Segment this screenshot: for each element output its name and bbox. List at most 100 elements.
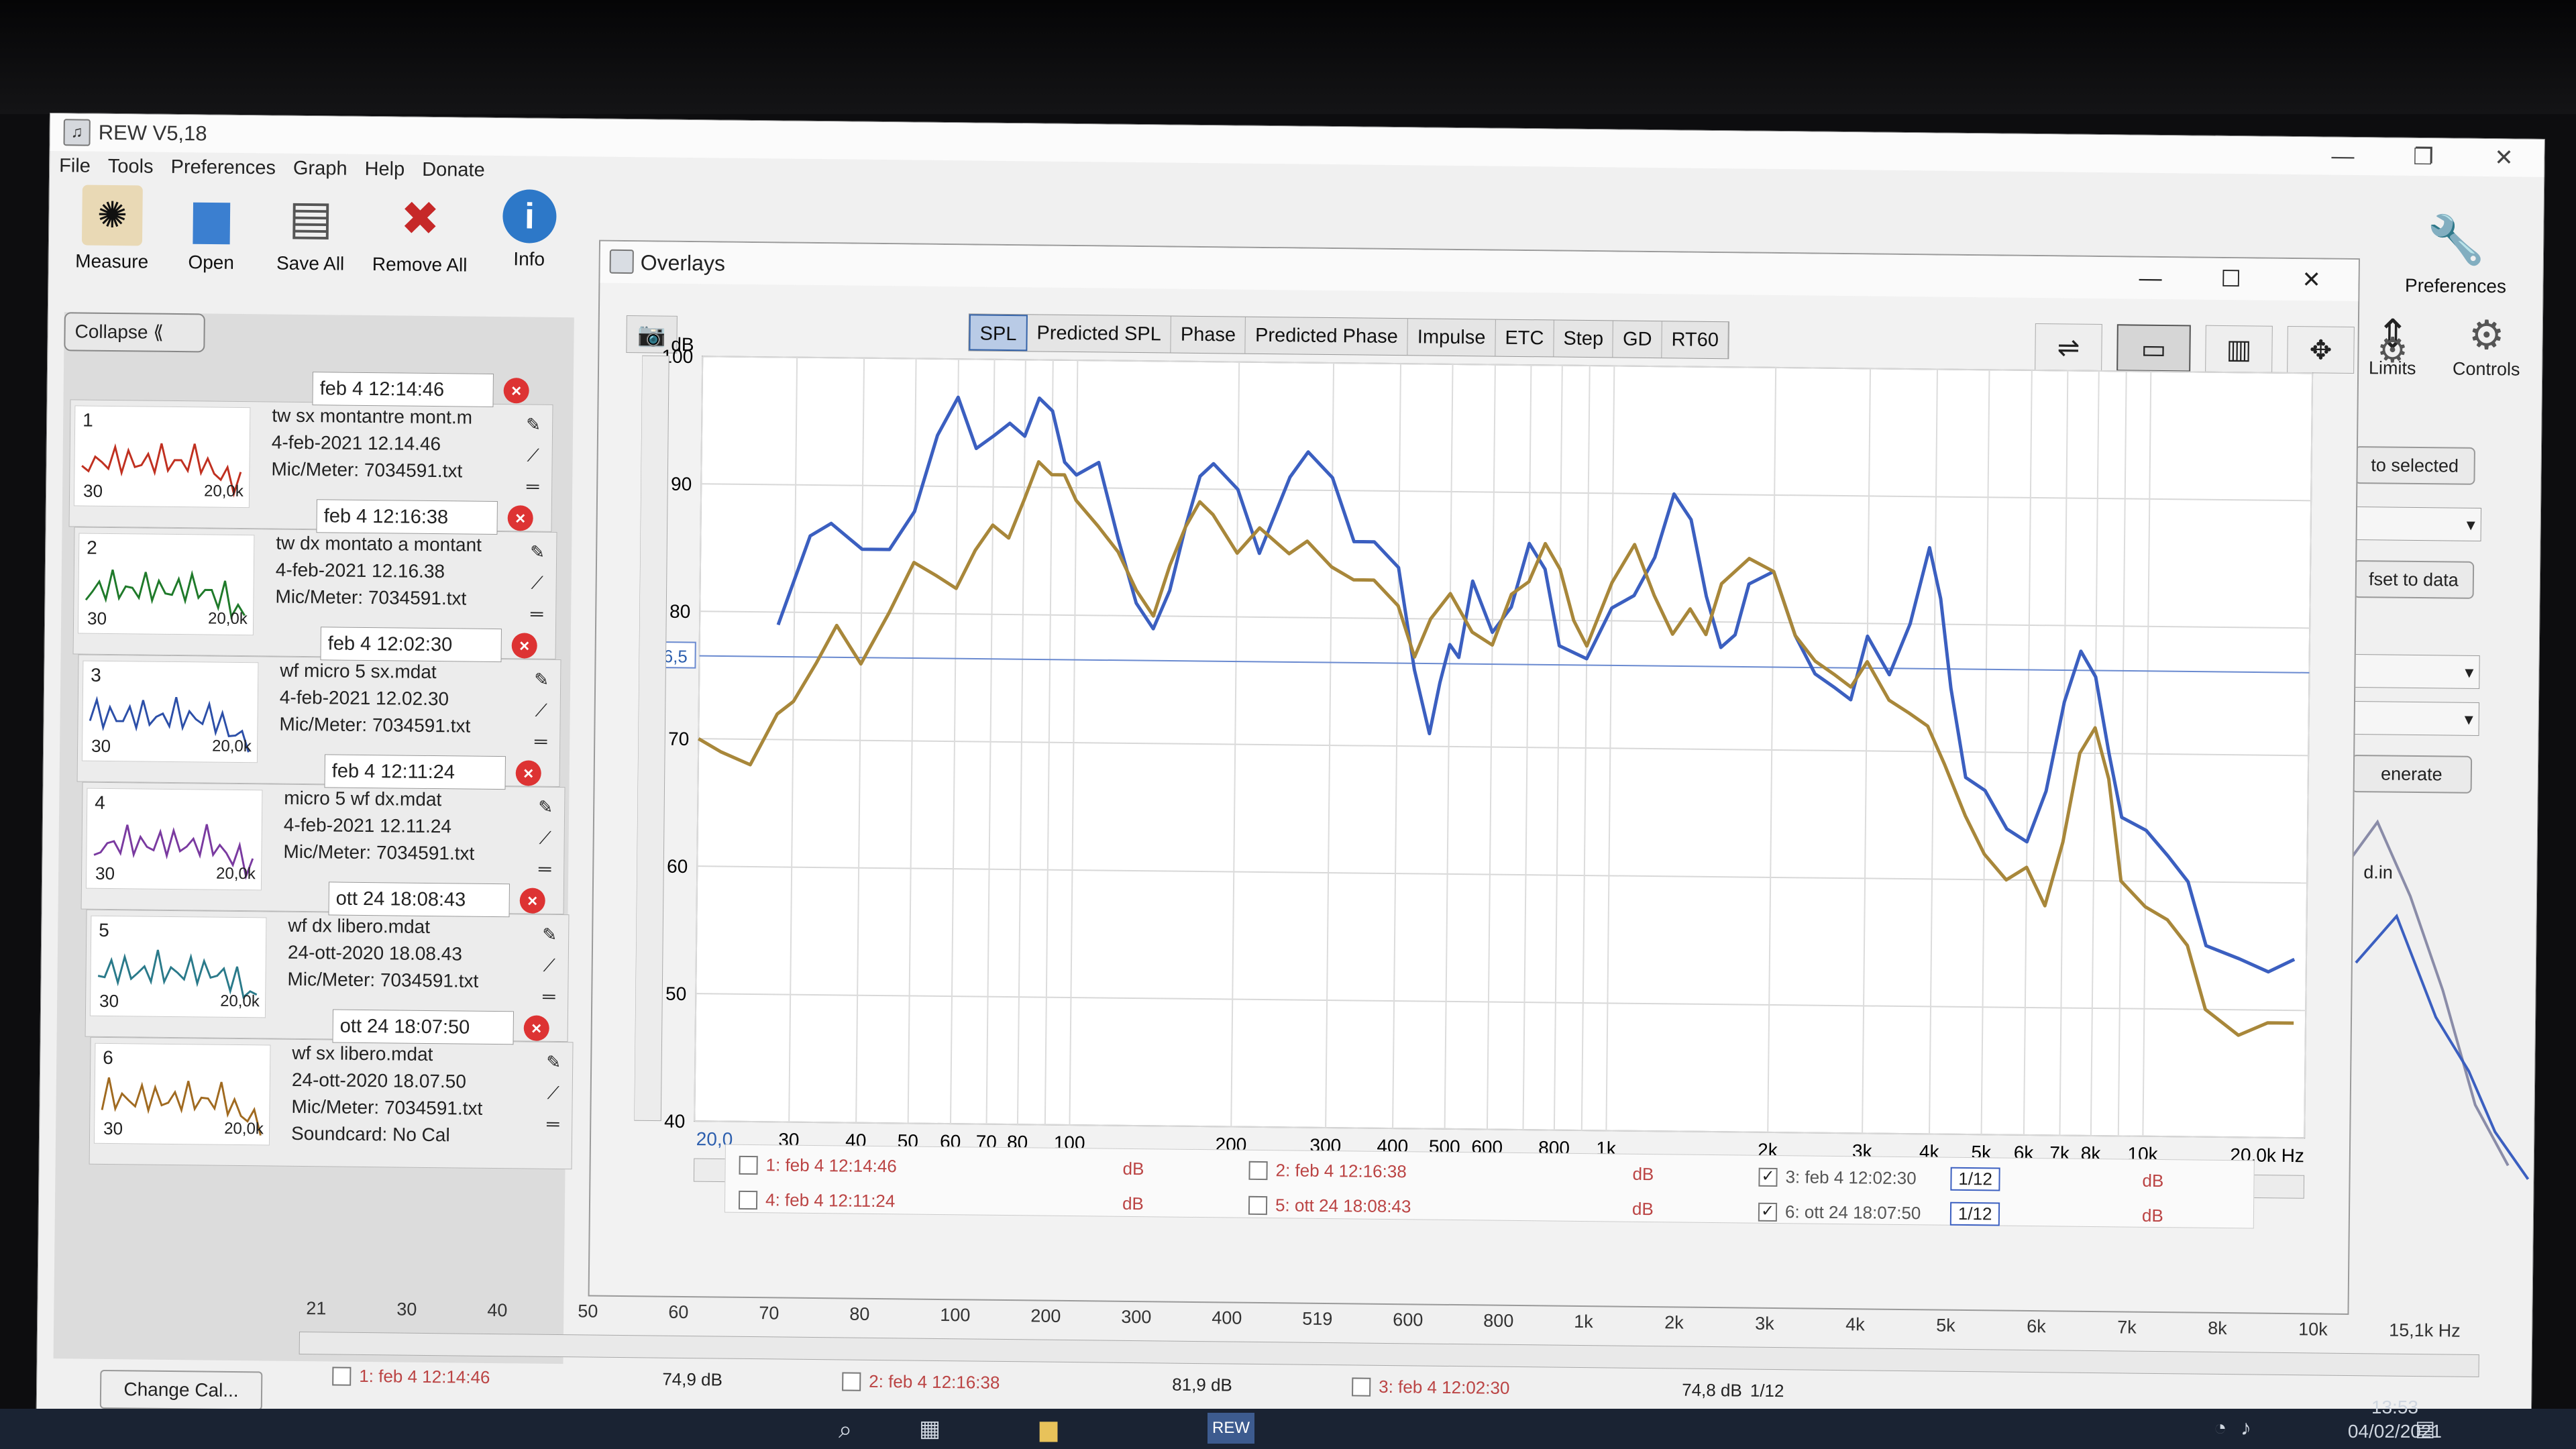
line-style-icon[interactable]: ═	[533, 853, 557, 884]
edit-icon[interactable]: ✎	[537, 919, 561, 950]
file-explorer-icon[interactable]: ▆	[1040, 1415, 1057, 1442]
overlays-maximize-icon[interactable]: ☐	[2190, 258, 2271, 300]
legend-item[interactable]: ✓ 3: feb 4 12:02:30 dB 1/12	[1758, 1165, 2163, 1191]
remove-all-button[interactable]: ✖ Remove All	[362, 184, 478, 286]
pencil-icon[interactable]: ⟋	[533, 822, 557, 853]
background-legend-checkbox[interactable]	[842, 1371, 861, 1391]
background-axis-tick: 21	[306, 1298, 327, 1319]
background-legend-item[interactable]: 3: feb 4 12:02:30 74,8 dB 1/12	[1352, 1376, 1784, 1401]
info-button[interactable]: i Info	[482, 185, 577, 286]
edit-icon[interactable]: ✎	[529, 664, 553, 695]
remove-measurement-icon[interactable]: ×	[511, 633, 537, 659]
restore-icon[interactable]: ❐	[2383, 138, 2464, 176]
background-legend-item[interactable]: 1: feb 4 12:14:46 74,9 dB	[332, 1366, 722, 1391]
thumb-max-label: 20,0k	[224, 1119, 264, 1138]
pencil-icon[interactable]: ⟋	[529, 695, 553, 726]
dropdown-a[interactable]: ▾	[2353, 506, 2482, 541]
dropdown-b[interactable]: ▾	[2352, 653, 2480, 689]
to-selected-button[interactable]: to selected	[2354, 446, 2475, 485]
pencil-icon[interactable]: ⟋	[525, 567, 549, 598]
settings-gear-icon[interactable]: ⚙	[2369, 327, 2416, 374]
measurement-name: wf micro 5 sx.mdat	[280, 659, 437, 683]
background-axis-tick: 5k	[1936, 1315, 1955, 1336]
measurement-date-field[interactable]: ott 24 18:08:43	[328, 881, 511, 918]
remove-measurement-icon[interactable]: ×	[503, 378, 529, 404]
menu-file[interactable]: File	[59, 155, 91, 177]
legend-item[interactable]: 5: ott 24 18:08:43 dB	[1248, 1195, 1654, 1220]
remove-measurement-icon[interactable]: ×	[523, 1015, 549, 1041]
remove-measurement-icon[interactable]: ×	[507, 505, 533, 531]
pencil-icon[interactable]: ⟋	[541, 1077, 566, 1108]
measurement-card[interactable]: 6 30 20,0k ott 24 18:07:50 × wf sx libero.mda…	[89, 1009, 574, 1170]
menu-tools[interactable]: Tools	[108, 155, 154, 178]
line-style-icon[interactable]: ═	[537, 981, 561, 1012]
edit-icon[interactable]: ✎	[521, 409, 545, 439]
dropdown-c[interactable]: ▾	[2351, 700, 2479, 736]
measurement-created: 4-feb-2021 12.16.38	[275, 559, 445, 582]
minimize-icon[interactable]: —	[2302, 137, 2383, 175]
menu-help[interactable]: Help	[364, 158, 405, 180]
edit-icon[interactable]: ✎	[533, 792, 557, 822]
line-style-icon[interactable]: ═	[521, 470, 545, 501]
legend-item[interactable]: ✓ 6: ott 24 18:07:50 dB 1/12	[1758, 1200, 2163, 1226]
legend-checkbox[interactable]: ✓	[1758, 1201, 1778, 1222]
edit-icon[interactable]: ✎	[541, 1046, 566, 1077]
background-legend-item[interactable]: 2: feb 4 12:16:38 81,9 dB	[842, 1371, 1232, 1395]
rew-taskbar-icon[interactable]: REW	[1208, 1413, 1254, 1444]
close-icon[interactable]: ✕	[2463, 139, 2544, 177]
volume-icon[interactable]: ♪	[2241, 1415, 2251, 1440]
change-cal-button[interactable]: Change Cal...	[99, 1369, 263, 1411]
menu-preferences[interactable]: Preferences	[170, 156, 276, 179]
background-legend-checkbox[interactable]	[332, 1366, 352, 1386]
smoothing-badge[interactable]: 1/12	[1949, 1201, 2000, 1226]
legend-checkbox[interactable]	[1248, 1161, 1268, 1180]
search-icon[interactable]: ⌕	[839, 1415, 852, 1444]
task-view-icon[interactable]: ▦	[919, 1415, 941, 1442]
background-legend-checkbox[interactable]	[1352, 1377, 1371, 1397]
measurement-date-field[interactable]: feb 4 12:02:30	[320, 627, 502, 663]
legend-item[interactable]: 1: feb 4 12:14:46 dB	[739, 1155, 1144, 1179]
generate-button[interactable]: enerate	[2351, 754, 2473, 794]
legend-checkbox[interactable]	[739, 1155, 758, 1175]
measurement-date-field[interactable]: feb 4 12:11:24	[324, 754, 506, 790]
overlays-minimize-icon[interactable]: —	[2110, 257, 2191, 299]
remove-measurement-icon[interactable]: ×	[515, 760, 541, 786]
measurement-date-field[interactable]: feb 4 12:14:46	[312, 372, 494, 407]
background-legend-value: 74,9 dB	[662, 1368, 723, 1390]
line-style-icon[interactable]: ═	[529, 726, 553, 757]
pencil-icon[interactable]: ⟋	[521, 439, 545, 470]
remove-measurement-icon[interactable]: ×	[519, 888, 545, 914]
measurement-date-field[interactable]: ott 24 18:07:50	[332, 1009, 515, 1045]
save-all-button[interactable]: ▤ Save All	[263, 182, 358, 284]
overlays-close-icon[interactable]: ✕	[2271, 259, 2352, 301]
pencil-icon[interactable]: ⟋	[537, 950, 561, 981]
measurement-side-icons: ✎ ⟋ ═	[529, 664, 553, 757]
thumb-max-label: 20,0k	[207, 609, 248, 629]
measurement-date-field[interactable]: feb 4 12:16:38	[316, 499, 498, 535]
measurement-created: 4-feb-2021 12.11.24	[283, 814, 452, 837]
collapse-button[interactable]: Collapse ⟪	[64, 312, 205, 353]
legend-checkbox[interactable]: ✓	[1758, 1167, 1778, 1187]
network-icon[interactable]: ◔	[2214, 1415, 2226, 1440]
line-style-icon[interactable]: ═	[525, 598, 549, 629]
measurement-info: wf sx libero.mdat 24-ott-2020 18.07.50 Mic…	[291, 1040, 554, 1150]
legend-item[interactable]: 2: feb 4 12:16:38 dB	[1248, 1160, 1654, 1185]
menu-donate[interactable]: Donate	[422, 158, 485, 181]
y-scrollbar[interactable]	[633, 355, 669, 1122]
legend-item[interactable]: 4: feb 4 12:11:24 dB	[738, 1189, 1144, 1214]
legend-checkbox[interactable]	[738, 1190, 758, 1210]
measure-button[interactable]: ✺ Measure	[64, 180, 160, 282]
menu-graph[interactable]: Graph	[293, 157, 347, 180]
preferences-button[interactable]: 🔧 Preferences	[2395, 205, 2516, 298]
smoothing-badge[interactable]: 1/12	[1950, 1167, 2001, 1191]
legend-checkbox[interactable]	[1248, 1195, 1268, 1215]
background-smoothing-badge[interactable]: 1/12	[1750, 1381, 1784, 1402]
controls-button[interactable]: ⚙ Controls	[2443, 311, 2530, 380]
open-button[interactable]: ▆ Open	[164, 182, 259, 283]
generate-label: enerate	[2380, 763, 2443, 785]
taskbar-clock[interactable]: 13:53 04/02/2021	[2348, 1395, 2442, 1444]
edit-icon[interactable]: ✎	[525, 536, 549, 567]
rew-main-window: ♫ REW V5,18 — ❐ ✕ File Tools Preferences…	[36, 113, 2545, 1449]
offset-to-data-button[interactable]: fset to data	[2353, 559, 2475, 599]
line-style-icon[interactable]: ═	[541, 1108, 565, 1139]
